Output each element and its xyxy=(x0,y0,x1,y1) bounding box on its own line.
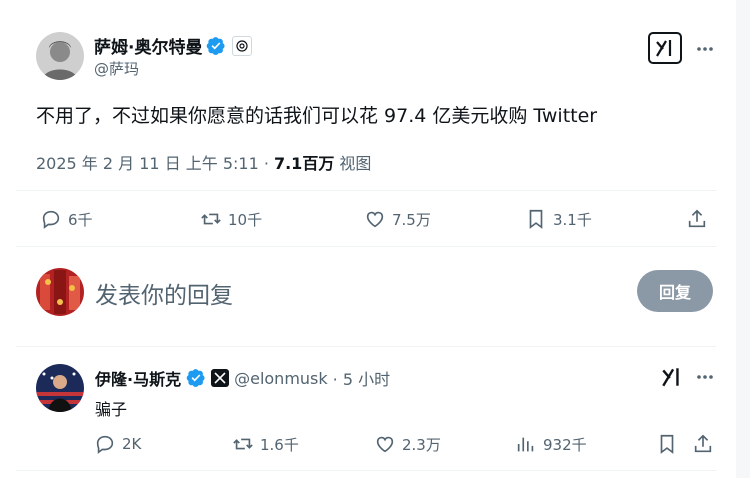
like-count: 2.3万 xyxy=(402,435,441,454)
grok-icon[interactable] xyxy=(648,32,682,64)
compose-reply-input[interactable]: 发表你的回复 xyxy=(95,276,233,310)
share-icon xyxy=(694,434,712,453)
retweet-icon xyxy=(233,438,253,450)
reply-author-handle[interactable]: @elonmusk xyxy=(234,369,328,388)
reply-icon xyxy=(96,435,114,454)
scrollbar[interactable] xyxy=(736,0,750,478)
elon-avatar[interactable] xyxy=(36,364,84,412)
bookmark-icon xyxy=(660,434,674,454)
bookmark-action[interactable]: 3.1千 xyxy=(525,208,592,230)
reply-count: 2K xyxy=(122,435,142,453)
grok-icon[interactable] xyxy=(660,366,684,388)
views-count: 932千 xyxy=(543,435,587,454)
reply-action[interactable]: 2K xyxy=(94,433,141,455)
views-label: 视图 xyxy=(339,154,372,173)
reply-button[interactable]: 回复 xyxy=(637,270,713,312)
views-icon xyxy=(517,437,534,452)
retweet-action[interactable]: 1.6千 xyxy=(232,433,299,455)
current-user-avatar[interactable] xyxy=(36,268,84,316)
sam-avatar[interactable] xyxy=(36,32,84,80)
retweet-action[interactable]: 10千 xyxy=(200,208,262,230)
reply-text: 骗子 xyxy=(95,400,128,419)
share-action[interactable] xyxy=(686,208,708,230)
bookmark-icon xyxy=(529,209,543,229)
verified-badge-icon xyxy=(207,36,226,55)
retweet-count: 10千 xyxy=(228,210,263,229)
views-count[interactable]: 7.1百万 xyxy=(274,150,334,174)
bookmark-action[interactable] xyxy=(656,433,678,455)
bookmark-count: 3.1千 xyxy=(553,210,592,229)
like-icon xyxy=(366,211,384,228)
reply-icon xyxy=(42,210,60,229)
like-action[interactable]: 7.5万 xyxy=(364,208,431,230)
divider xyxy=(16,246,716,247)
reply-action[interactable]: 6千 xyxy=(40,208,93,230)
retweet-icon xyxy=(201,213,221,225)
views-action[interactable]: 932千 xyxy=(515,433,587,455)
verified-badge-icon xyxy=(186,369,205,387)
retweet-count: 1.6千 xyxy=(260,435,299,454)
openai-logo-icon[interactable] xyxy=(232,35,253,56)
divider xyxy=(16,346,716,347)
author-display-name[interactable]: 萨姆·奥尔特曼 xyxy=(94,33,202,58)
tweet-text: 不用了，不过如果你愿意的话我们可以花 97.4 亿美元收购 Twitter xyxy=(36,105,598,127)
reply-time[interactable]: · 5 小时 xyxy=(333,366,390,390)
reply-author-name[interactable]: 伊隆·马斯克 xyxy=(95,366,181,390)
more-icon[interactable] xyxy=(694,366,716,388)
tweet-timestamp[interactable]: 2025 年 2 月 11 日 上午 5:11 · xyxy=(36,150,269,174)
share-action[interactable] xyxy=(692,433,714,455)
reply-count: 6千 xyxy=(68,210,93,229)
author-handle[interactable]: @萨玛 xyxy=(94,58,139,79)
like-action[interactable]: 2.3万 xyxy=(374,433,441,455)
divider xyxy=(16,190,716,191)
like-icon xyxy=(376,436,394,453)
more-icon[interactable] xyxy=(694,38,716,60)
share-icon xyxy=(688,209,706,228)
x-logo-icon[interactable] xyxy=(211,369,230,387)
like-count: 7.5万 xyxy=(392,210,431,229)
divider xyxy=(16,470,716,471)
